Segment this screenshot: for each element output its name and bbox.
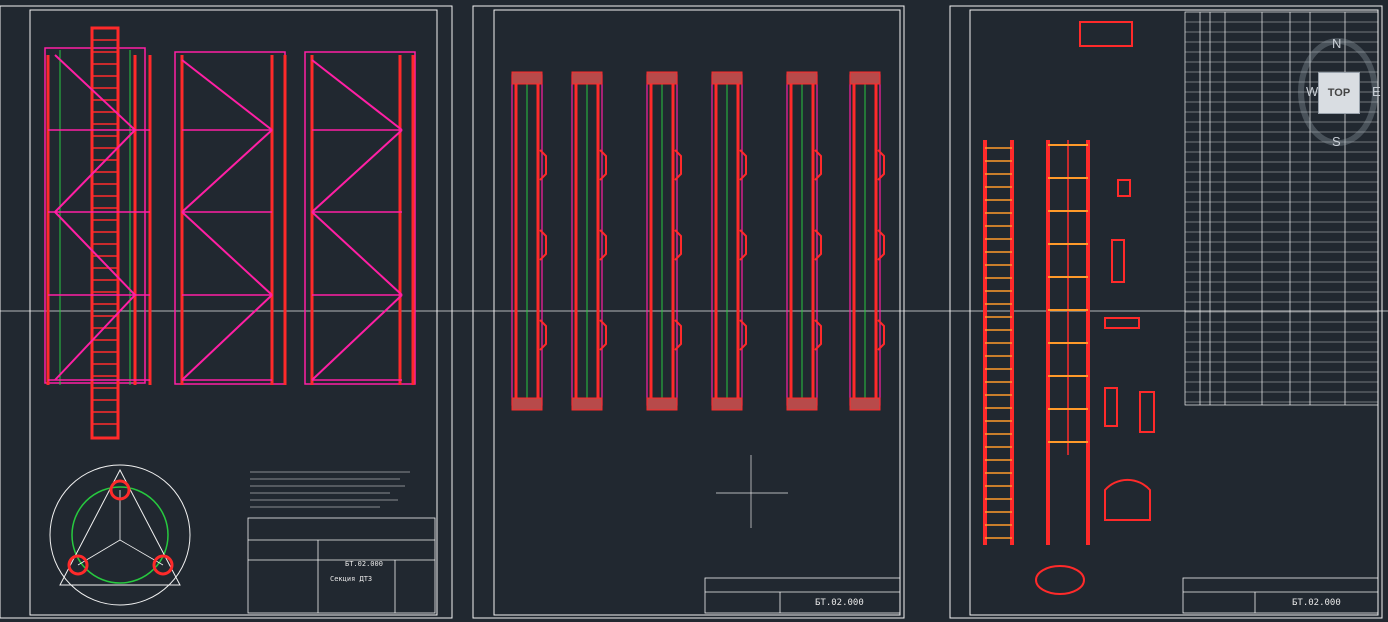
leg-gusset xyxy=(814,229,822,261)
diagonal-brace xyxy=(311,294,403,381)
leg-gusset xyxy=(539,229,547,261)
leg-gusset xyxy=(739,319,747,351)
ladder-rungs-2 xyxy=(985,144,1088,539)
compass-west[interactable]: W xyxy=(1306,84,1318,99)
sheet-1-title-block xyxy=(247,517,436,614)
leg-gusset xyxy=(877,229,885,261)
sheet-1-title: Секция ДТ3 xyxy=(330,575,373,583)
diagonal-brace xyxy=(181,294,273,381)
diagonal-brace xyxy=(54,294,136,381)
diagonal-brace xyxy=(311,59,403,131)
diagonal-brace xyxy=(54,211,136,296)
sheet-3-title-block xyxy=(1182,577,1379,614)
diagonal-brace xyxy=(311,211,403,296)
tower-section-plan xyxy=(49,464,191,606)
leg-cap xyxy=(571,71,603,85)
leg-gusset xyxy=(739,149,747,181)
leg-base xyxy=(711,397,743,411)
leg-gusset xyxy=(539,149,547,181)
viewcube[interactable]: N W E S TOP xyxy=(1298,22,1384,172)
leg-cap xyxy=(849,71,881,85)
leg-base xyxy=(646,397,678,411)
leg-gusset xyxy=(877,149,885,181)
viewcube-top-face[interactable]: TOP xyxy=(1318,72,1360,114)
leg-gusset xyxy=(814,319,822,351)
sheet-1-zigzag-braces xyxy=(181,59,403,381)
leg-gusset xyxy=(674,149,682,181)
diagonal-brace xyxy=(181,211,273,296)
ladder-rungs xyxy=(92,39,118,425)
diagonal-brace xyxy=(181,59,273,131)
diagonal-brace xyxy=(311,129,403,213)
diagonal-brace xyxy=(54,129,136,213)
sheet-2-title-block xyxy=(704,577,901,614)
leg-gusset xyxy=(739,229,747,261)
drawing-canvas[interactable] xyxy=(0,0,1388,622)
leg-base xyxy=(571,397,603,411)
leg-cap xyxy=(511,71,543,85)
leg-gusset xyxy=(814,149,822,181)
compass-east[interactable]: E xyxy=(1372,84,1381,99)
compass-north[interactable]: N xyxy=(1332,36,1341,51)
sheet-1-notes xyxy=(250,471,410,508)
leg-gusset xyxy=(599,229,607,261)
leg-cap xyxy=(711,71,743,85)
leg-base xyxy=(849,397,881,411)
leg-cap xyxy=(646,71,678,85)
diagonal-brace xyxy=(54,54,136,131)
leg-gusset xyxy=(674,229,682,261)
sheet-1-code: БТ.02.000 xyxy=(345,560,383,568)
leg-gusset xyxy=(674,319,682,351)
leg-base xyxy=(786,397,818,411)
leg-cap xyxy=(786,71,818,85)
leg-gusset xyxy=(539,319,547,351)
sheet-3-code: БТ.02.000 xyxy=(1292,598,1341,608)
leg-base xyxy=(511,397,543,411)
diagonal-brace xyxy=(181,129,273,213)
compass-south[interactable]: S xyxy=(1332,134,1341,149)
leg-gusset xyxy=(599,149,607,181)
leg-gusset xyxy=(599,319,607,351)
sheet-2-legs xyxy=(511,71,885,411)
sheet-2-code: БТ.02.000 xyxy=(815,598,864,608)
detail-parts xyxy=(1035,21,1155,595)
leg-gusset xyxy=(877,319,885,351)
